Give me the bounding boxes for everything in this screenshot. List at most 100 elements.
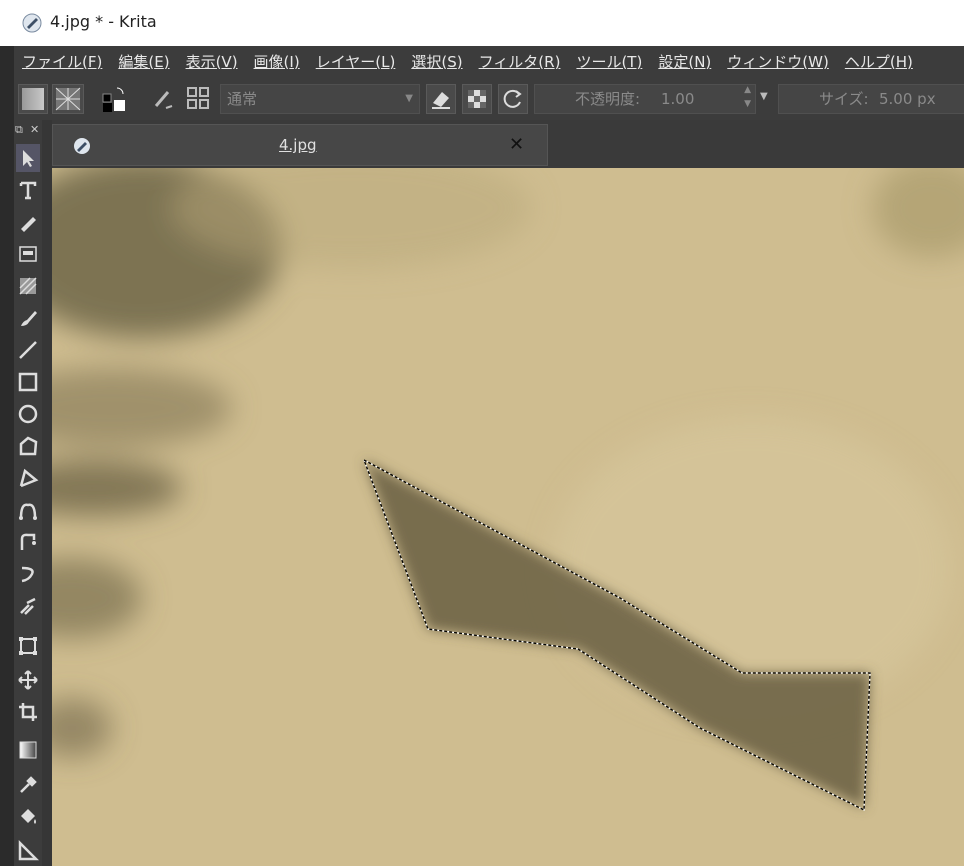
- bezier-icon: [19, 503, 37, 520]
- ellipse-tool[interactable]: [16, 400, 40, 428]
- crop-icon: [19, 703, 37, 721]
- document-tab[interactable]: 4.jpg ✕: [52, 124, 548, 166]
- fill-tool[interactable]: [16, 802, 40, 830]
- text-icon: [19, 181, 37, 200]
- freehand-path-tool[interactable]: [16, 528, 40, 556]
- menu-item-5[interactable]: 選択(S): [403, 46, 470, 78]
- gradient-tool[interactable]: [16, 736, 40, 764]
- crop-tool[interactable]: [16, 698, 40, 726]
- menu-item-7[interactable]: ツール(T): [568, 46, 650, 78]
- image-canvas[interactable]: [52, 168, 964, 866]
- transform-tool[interactable]: [16, 632, 40, 660]
- toolbox-panel: ⧉ ✕: [14, 120, 42, 866]
- brush-preset-icon: [154, 91, 173, 109]
- eraser-icon: [432, 92, 450, 109]
- window-title: 4.jpg * - Krita: [50, 12, 157, 31]
- menu-item-accelerator: H: [895, 53, 907, 71]
- fg-bg-color-selector[interactable]: [100, 84, 130, 114]
- bezier-tool[interactable]: [16, 496, 40, 524]
- menu-item-label-end: ): [554, 53, 561, 71]
- menu-item-10[interactable]: ヘルプ(H): [837, 46, 921, 78]
- polygon-tool[interactable]: [16, 432, 40, 460]
- calligraphy-tool[interactable]: [16, 208, 40, 236]
- select-shapes-tool[interactable]: [16, 144, 40, 172]
- transform-icon: [19, 637, 37, 655]
- menu-item-label-end: ): [456, 53, 463, 71]
- panel-separator: [42, 120, 52, 866]
- color-picker-tool[interactable]: [16, 770, 40, 798]
- dynamic-brush-tool[interactable]: [16, 560, 40, 588]
- menu-item-1[interactable]: 編集(E): [110, 46, 177, 78]
- menu-item-2[interactable]: 表示(V): [178, 46, 246, 78]
- menu-item-label: フィルタ(: [478, 53, 545, 71]
- menu-item-label: 選択(: [411, 53, 448, 71]
- menu-item-accelerator: W: [808, 53, 823, 71]
- menu-item-4[interactable]: レイヤー(L): [308, 46, 404, 78]
- tab-label: 4.jpg: [279, 136, 317, 154]
- text-tool[interactable]: [16, 176, 40, 204]
- opacity-slider[interactable]: 不透明度: 1.00 ▲ ▼: [534, 84, 756, 114]
- pointer-icon: [23, 150, 34, 167]
- polyline-icon: [19, 468, 39, 488]
- menu-item-accelerator: V: [221, 53, 232, 71]
- menu-item-label-end: ): [231, 53, 238, 71]
- multibrush-tool[interactable]: [16, 592, 40, 620]
- reload-icon: [503, 89, 522, 108]
- menu-item-label-end: ): [705, 53, 712, 71]
- rectangle-icon: [18, 372, 38, 392]
- fill-icon: [21, 809, 36, 824]
- float-dock-icon[interactable]: ⧉: [15, 123, 23, 137]
- opacity-value: 1.00: [661, 90, 695, 108]
- close-dock-icon[interactable]: ✕: [30, 123, 39, 136]
- measure-icon: [18, 839, 39, 861]
- menu-bar: ファイル(F) 編集(E) 表示(V) 画像(I) レイヤー(L) 選択(S) フィルタ(R…: [14, 46, 964, 78]
- polyline-tool[interactable]: [16, 464, 40, 492]
- measure-tool[interactable]: [16, 836, 40, 864]
- menu-item-label-end: ): [389, 53, 396, 71]
- pattern-icon: [19, 277, 37, 295]
- ellipse-icon: [18, 404, 38, 424]
- opacity-label: 不透明度:: [575, 90, 641, 108]
- menu-item-accelerator: N: [694, 53, 706, 71]
- menu-item-label: ツール(: [576, 53, 628, 71]
- line-tool[interactable]: [16, 336, 40, 364]
- blend-mode-select[interactable]: 通常 ▼: [220, 84, 420, 114]
- eraser-toggle-button[interactable]: [426, 84, 456, 114]
- menu-item-6[interactable]: フィルタ(R): [471, 46, 569, 78]
- rectangle-tool[interactable]: [16, 368, 40, 396]
- color-picker-icon: [20, 776, 37, 793]
- menu-item-label: ファイル(: [22, 53, 88, 71]
- menu-item-label: 編集(: [118, 53, 155, 71]
- menu-item-label: レイヤー(: [315, 53, 382, 71]
- dock-buttons: ⧉ ✕: [14, 123, 42, 137]
- freehand-brush-tool[interactable]: [16, 304, 40, 332]
- menu-item-label-end: ): [906, 53, 913, 71]
- brush-icon: [21, 311, 37, 326]
- menu-item-label: ウィンドウ(: [727, 53, 809, 71]
- krita-app-icon: [22, 13, 42, 33]
- opacity-menu-icon[interactable]: ▼: [760, 91, 768, 102]
- menu-item-3[interactable]: 画像(I): [246, 46, 308, 78]
- preserve-alpha-button[interactable]: [462, 84, 492, 114]
- menu-item-0[interactable]: ファイル(F): [14, 46, 110, 78]
- canvas-image: [52, 168, 964, 866]
- menu-item-label: 設定(: [658, 53, 695, 71]
- fill-gradient-button[interactable]: [18, 84, 48, 114]
- pattern-button[interactable]: [52, 84, 84, 114]
- menu-item-8[interactable]: 設定(N): [650, 46, 719, 78]
- brush-preset-button[interactable]: [148, 84, 180, 114]
- menu-item-label: 表示(: [185, 53, 222, 71]
- menu-item-9[interactable]: ウィンドウ(W): [719, 46, 837, 78]
- brush-size-slider[interactable]: サイズ: 5.00 px: [778, 84, 964, 114]
- close-icon[interactable]: ✕: [509, 134, 524, 155]
- brush-settings-button[interactable]: [184, 84, 214, 114]
- size-value: 5.00 px: [879, 90, 936, 108]
- grid-settings-icon: [187, 87, 209, 109]
- edit-shapes-tool[interactable]: [16, 240, 40, 268]
- desktop-edge: [0, 46, 14, 866]
- menu-item-accelerator: E: [154, 53, 164, 71]
- reload-preset-button[interactable]: [498, 84, 528, 114]
- move-icon: [18, 670, 38, 690]
- move-tool[interactable]: [16, 666, 40, 694]
- pattern-edit-tool[interactable]: [16, 272, 40, 300]
